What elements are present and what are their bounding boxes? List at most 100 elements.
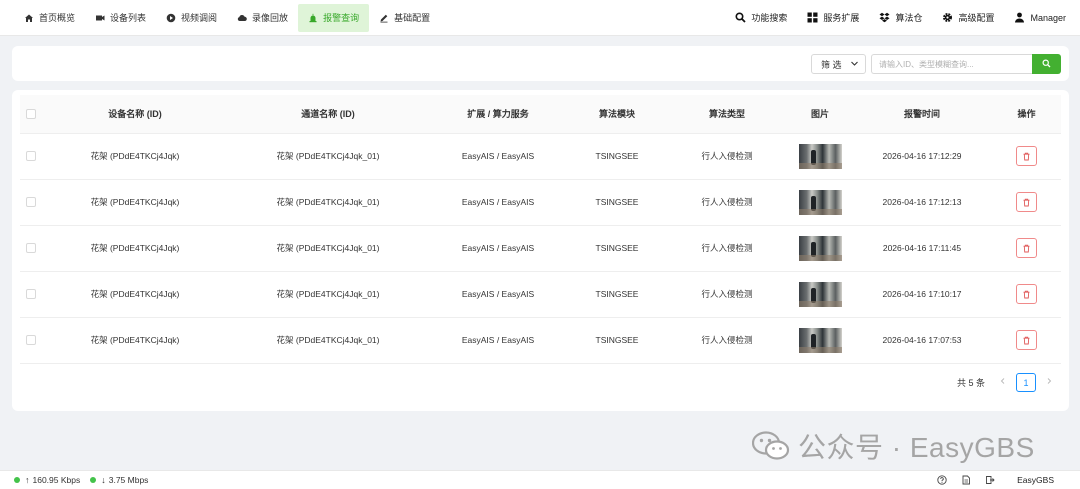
nav-user-menu[interactable]: Manager (1014, 12, 1066, 23)
watermark: 公众号 · EasyGBS (751, 426, 1035, 466)
cell-service: EasyAIS / EasyAIS (428, 133, 568, 180)
top-nav: 首页概览 设备列表 视频调阅 录像回放 报警查询 基础配置 功能搜索 服务扩展 … (0, 0, 1080, 36)
search-icon (1042, 59, 1051, 70)
alarm-snapshot-image[interactable] (798, 235, 842, 261)
cell-device: 花架 (PDdE4TKCj4Jqk) (42, 133, 228, 180)
nav-algorithm-store[interactable]: 算法仓 (879, 11, 922, 24)
nav-item-label: 录像回放 (252, 13, 289, 23)
page-number-button[interactable]: 1 (1016, 373, 1037, 392)
trash-icon (1023, 198, 1030, 206)
alarm-snapshot-image[interactable] (798, 281, 842, 307)
edit-icon (379, 13, 389, 23)
alarm-snapshot-image[interactable] (798, 143, 842, 169)
nav-right: 功能搜索 服务扩展 算法仓 高级配置 Manager (715, 11, 1066, 24)
alarm-snapshot-image[interactable] (798, 189, 842, 215)
delete-button[interactable] (1016, 146, 1037, 166)
nav-advanced-config[interactable]: 高级配置 (942, 11, 994, 24)
search-button[interactable] (1032, 54, 1061, 74)
gear-icon (942, 12, 953, 23)
row-checkbox[interactable] (26, 243, 36, 254)
table-row: 花架 (PDdE4TKCj4Jqk) 花架 (PDdE4TKCj4Jqk_01)… (20, 271, 1061, 318)
nav-function-search[interactable]: 功能搜索 (735, 11, 787, 24)
cell-channel: 花架 (PDdE4TKCj4Jqk_01) (228, 317, 428, 364)
help-icon[interactable] (937, 475, 947, 485)
column-header: 操作 (992, 95, 1061, 134)
chevron-down-icon (850, 59, 859, 70)
nav-item-alarm[interactable]: 报警查询 (298, 3, 370, 32)
nav-service-extension[interactable]: 服务扩展 (807, 11, 859, 24)
trash-icon (1023, 336, 1030, 344)
column-header: 算法类型 (666, 95, 788, 134)
status-bar-right: EasyGBS (923, 475, 1066, 485)
status-bar: ↑ 160.95 Kbps ↓ 3.75 Mbps EasyGBS (0, 470, 1080, 489)
nav-right-label: 服务扩展 (823, 13, 860, 23)
cell-time: 2026-04-16 17:07:53 (852, 317, 992, 364)
dropbox-icon (879, 12, 890, 23)
delete-button[interactable] (1016, 284, 1037, 304)
cell-channel: 花架 (PDdE4TKCj4Jqk_01) (228, 133, 428, 180)
nav-right-label: 算法仓 (895, 13, 923, 23)
export-icon[interactable] (985, 475, 995, 485)
column-header: 图片 (788, 95, 852, 134)
user-icon (1014, 12, 1025, 23)
alarm-snapshot-image[interactable] (798, 327, 842, 353)
chevron-right-icon (1047, 378, 1052, 384)
nav-item-label: 视频调阅 (181, 13, 218, 23)
nav-item-label: 基础配置 (394, 13, 431, 23)
document-icon[interactable] (961, 475, 971, 485)
nav-item-devices[interactable]: 设备列表 (85, 4, 156, 32)
arrow-down-icon: ↓ (101, 475, 106, 485)
alarm-table-card: 设备名称 (ID) 通道名称 (ID) 扩展 / 算力服务 算法模块 算法类型 … (12, 90, 1069, 411)
filter-bar: 筛 选 (12, 46, 1069, 81)
cell-time: 2026-04-16 17:10:17 (852, 271, 992, 318)
select-all-checkbox[interactable] (26, 109, 36, 120)
cell-time: 2026-04-16 17:12:13 (852, 179, 992, 226)
row-checkbox[interactable] (26, 335, 36, 346)
watermark-text: 公众号 · EasyGBS (798, 432, 1035, 463)
trash-icon (1023, 290, 1030, 298)
download-rate: ↓ 3.75 Mbps (90, 475, 148, 485)
cell-device: 花架 (PDdE4TKCj4Jqk) (42, 317, 228, 364)
row-checkbox[interactable] (26, 151, 36, 162)
row-checkbox[interactable] (26, 289, 36, 300)
cell-service: EasyAIS / EasyAIS (428, 179, 568, 226)
table-row: 花架 (PDdE4TKCj4Jqk) 花架 (PDdE4TKCj4Jqk_01)… (20, 317, 1061, 364)
prev-page-button[interactable] (997, 377, 1009, 388)
cell-device: 花架 (PDdE4TKCj4Jqk) (42, 225, 228, 272)
cell-service: EasyAIS / EasyAIS (428, 271, 568, 318)
nav-right-label: Manager (1030, 12, 1066, 23)
home-icon (24, 13, 34, 23)
nav-right-label: 功能搜索 (751, 13, 788, 23)
row-checkbox[interactable] (26, 197, 36, 208)
cell-module: TSINGSEE (568, 271, 666, 318)
upload-rate-value: 160.95 Kbps (32, 475, 81, 485)
header-select-all[interactable] (20, 95, 42, 134)
cell-channel: 花架 (PDdE4TKCj4Jqk_01) (228, 271, 428, 318)
column-header: 设备名称 (ID) (42, 95, 228, 134)
wechat-icon (751, 431, 790, 461)
table-row: 花架 (PDdE4TKCj4Jqk) 花架 (PDdE4TKCj4Jqk_01)… (20, 225, 1061, 272)
search-input[interactable] (871, 54, 1033, 74)
upload-rate: ↑ 160.95 Kbps (14, 475, 80, 485)
delete-button[interactable] (1016, 238, 1037, 258)
next-page-button[interactable] (1043, 377, 1055, 388)
cell-channel: 花架 (PDdE4TKCj4Jqk_01) (228, 179, 428, 226)
trash-icon (1023, 152, 1030, 160)
arrow-up-icon: ↑ (25, 475, 30, 485)
delete-button[interactable] (1016, 192, 1037, 212)
table-row: 花架 (PDdE4TKCj4Jqk) 花架 (PDdE4TKCj4Jqk_01)… (20, 133, 1061, 180)
brand-label: EasyGBS (1017, 475, 1054, 485)
nav-item-label: 设备列表 (110, 13, 147, 23)
delete-button[interactable] (1016, 330, 1037, 350)
nav-item-config[interactable]: 基础配置 (369, 4, 440, 32)
filter-select-label: 筛 选 (821, 59, 842, 70)
nav-item-video[interactable]: 视频调阅 (156, 4, 227, 32)
nav-item-home[interactable]: 首页概览 (14, 4, 85, 32)
cell-type: 行人入侵检测 (666, 271, 788, 318)
pagination-total: 共 5 条 (957, 378, 986, 388)
filter-select[interactable]: 筛 选 (811, 54, 866, 74)
column-header: 扩展 / 算力服务 (428, 95, 568, 134)
table-header-row: 设备名称 (ID) 通道名称 (ID) 扩展 / 算力服务 算法模块 算法类型 … (20, 95, 1061, 134)
status-dot (90, 477, 97, 483)
nav-item-playback[interactable]: 录像回放 (227, 4, 298, 32)
